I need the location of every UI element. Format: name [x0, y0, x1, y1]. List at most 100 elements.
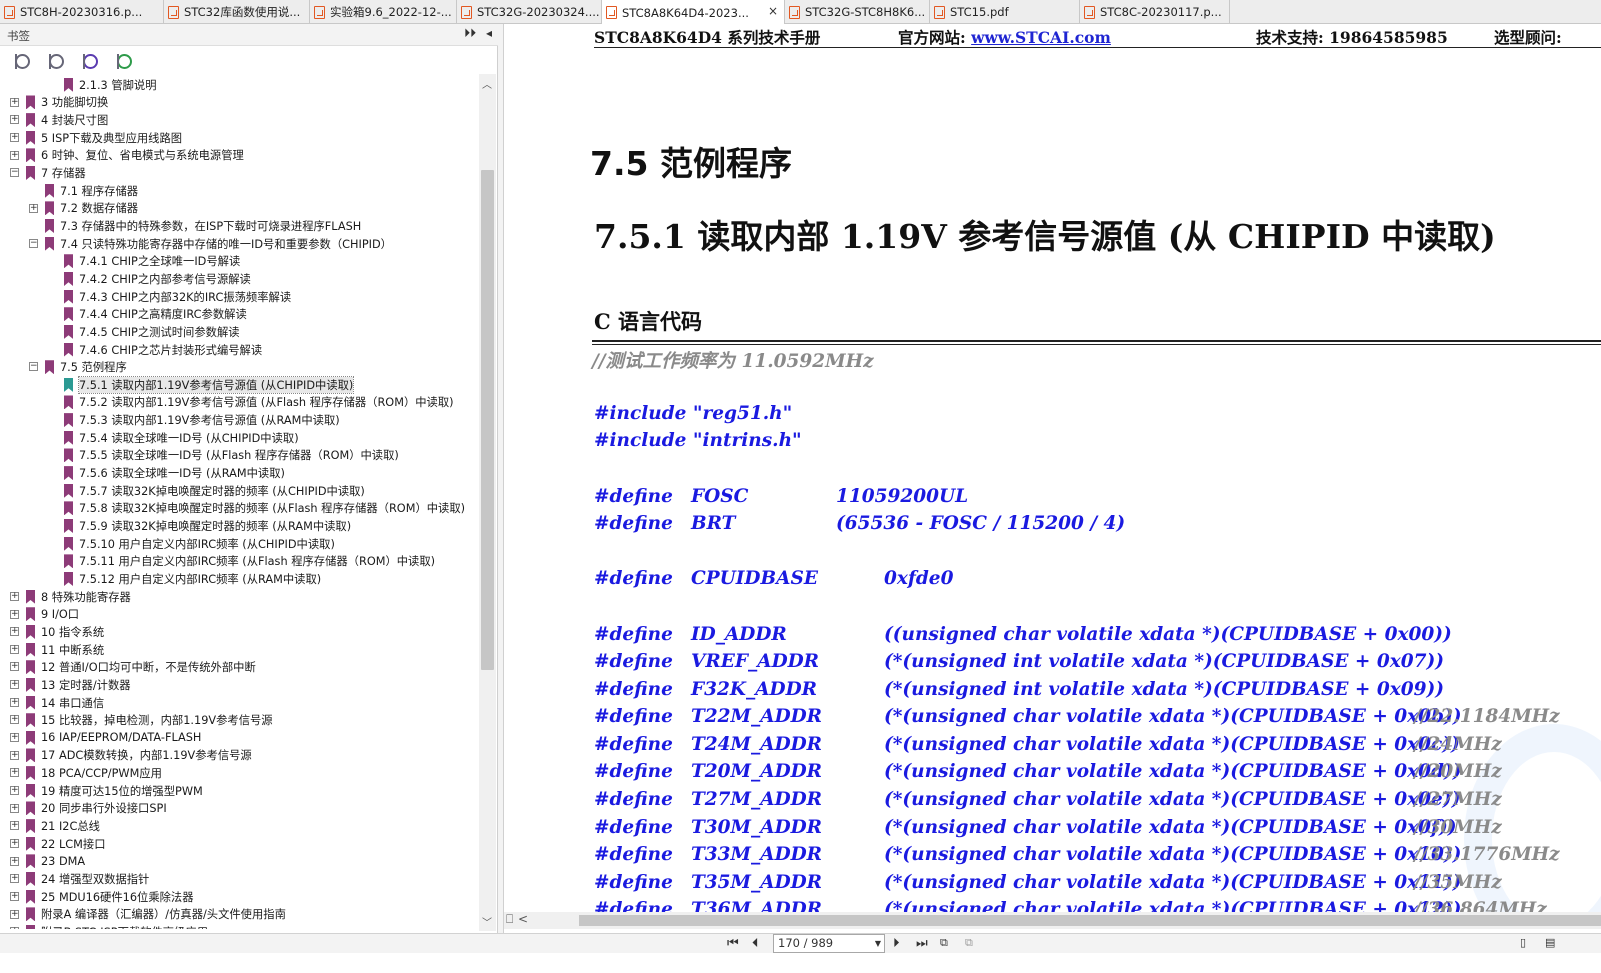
- expand-icon[interactable]: +: [10, 150, 19, 160]
- bookmark-item[interactable]: +10 指令系统: [10, 623, 104, 641]
- expand-icon[interactable]: +: [10, 680, 19, 690]
- bookmark-item[interactable]: 7.5.12 用户自定义内部IRC频率 (从RAM中读取): [64, 570, 321, 588]
- bookmark-item[interactable]: 7.5.9 读取32K掉电唤醒定时器的频率 (从RAM中读取): [64, 517, 351, 535]
- bookmark-item[interactable]: +4 封装尺寸图: [10, 111, 108, 129]
- expand-icon[interactable]: +: [10, 909, 19, 919]
- expand-icon[interactable]: +: [10, 97, 19, 107]
- horizontal-scrollbar-thumb[interactable]: [579, 915, 1601, 926]
- bookmark-item[interactable]: +7.2 数据存储器: [29, 200, 138, 218]
- bookmark-item[interactable]: 7.5.3 读取内部1.19V参考信号源值 (从RAM中读取): [64, 411, 340, 429]
- first-page-icon[interactable]: ⏮: [727, 936, 739, 951]
- bookmark-item[interactable]: +3 功能脚切换: [10, 94, 108, 112]
- bookmark-add-icon[interactable]: [80, 52, 98, 70]
- expand-icon[interactable]: +: [10, 591, 19, 601]
- page-number-input[interactable]: 170 / 989 ▼: [773, 934, 885, 953]
- bookmark-item[interactable]: 7.1 程序存储器: [45, 182, 138, 200]
- tab[interactable]: STC32G-20230324....: [457, 0, 602, 24]
- bookmark-item[interactable]: 7.5.6 读取全球唯一ID号 (从RAM中读取): [64, 464, 285, 482]
- panel-close-icon[interactable]: ◂: [486, 26, 492, 40]
- bookmark-item[interactable]: + 附录B STC-ISP下载软件高级应用: [10, 923, 208, 929]
- tab[interactable]: STC8H-20230316.p...: [0, 0, 164, 24]
- expand-icon[interactable]: +: [10, 856, 19, 866]
- bookmark-item[interactable]: 7.4.2 CHIP之内部参考信号源解读: [64, 270, 251, 288]
- bookmark-tag-icon[interactable]: [114, 52, 132, 70]
- bookmark-item[interactable]: +19 精度可达15位的增强型PWM: [10, 782, 203, 800]
- bookmark-item[interactable]: +24 增强型双数据指针: [10, 870, 149, 888]
- expand-icon[interactable]: +: [10, 609, 19, 619]
- expand-icon[interactable]: +: [10, 891, 19, 901]
- bookmark-item[interactable]: 7.4.5 CHIP之测试时间参数解读: [64, 323, 240, 341]
- expand-icon[interactable]: +: [10, 821, 19, 831]
- bookmark-item[interactable]: +5 ISP下载及典型应用线路图: [10, 129, 182, 147]
- scroll-left-icon[interactable]: ⎕: [506, 912, 513, 927]
- next-page-icon[interactable]: ⏵: [893, 936, 900, 951]
- expand-icon[interactable]: +: [10, 662, 19, 672]
- bookmark-item[interactable]: 7.5.1 读取内部1.19V参考信号源值 (从CHIPID中读取): [64, 375, 355, 394]
- expand-icon[interactable]: +: [10, 697, 19, 707]
- collapse-icon[interactable]: −: [10, 168, 19, 178]
- collapse-icon[interactable]: −: [29, 362, 38, 372]
- bookmark-item[interactable]: +13 定时器/计数器: [10, 676, 131, 694]
- scroll-down-icon[interactable]: ﹀: [482, 914, 492, 929]
- tab-active[interactable]: STC8A8K64D4-2023... ×: [602, 0, 785, 25]
- bookmark-item[interactable]: +18 PCA/CCP/PWM应用: [10, 764, 162, 782]
- tab[interactable]: 实验箱9.6_2022-12-...: [310, 0, 457, 24]
- scroll-up-icon[interactable]: ︿: [482, 76, 492, 91]
- forward-view-icon[interactable]: ⧉: [965, 936, 973, 950]
- bookmark-scrollbar[interactable]: ︿ ﹀: [479, 74, 496, 931]
- bookmark-item[interactable]: 7.5.10 用户自定义内部IRC频率 (从CHIPID中读取): [64, 535, 335, 553]
- bookmark-item[interactable]: − 7 存储器: [10, 164, 86, 182]
- tab[interactable]: STC32G-STC8H8K6...: [785, 0, 930, 24]
- expand-icon[interactable]: +: [10, 132, 19, 142]
- expand-icon[interactable]: +: [10, 803, 19, 813]
- single-page-mode-icon[interactable]: ▯: [1520, 936, 1526, 949]
- tab[interactable]: STC15.pdf: [930, 0, 1080, 24]
- bookmark-item[interactable]: 7.4.3 CHIP之内部32K的IRC振荡频率解读: [64, 288, 291, 306]
- bookmark-item[interactable]: 7.5.2 读取内部1.19V参考信号源值 (从Flash 程序存储器（ROM）…: [64, 394, 454, 412]
- bookmark-item[interactable]: +22 LCM接口: [10, 835, 106, 853]
- bookmark-item[interactable]: − 7.4 只读特殊功能寄存器中存储的唯一ID号和重要参数（CHIPID）: [29, 235, 392, 253]
- bookmark-item[interactable]: 7.5.11 用户自定义内部IRC频率 (从Flash 程序存储器（ROM）中读…: [64, 553, 435, 571]
- bookmark-item[interactable]: +25 MDU16硬件16位乘除法器: [10, 888, 194, 906]
- bookmark-item[interactable]: +20 同步串行外设接口SPI: [10, 800, 167, 818]
- bookmark-item[interactable]: 7.3 存储器中的特殊参数，在ISP下载时可烧录进程序FLASH: [45, 217, 361, 235]
- bookmark-item[interactable]: +16 IAP/EEPROM/DATA-FLASH: [10, 729, 201, 747]
- expand-icon[interactable]: +: [10, 768, 19, 778]
- bookmark-item[interactable]: +11 中断系统: [10, 641, 104, 659]
- bookmark-item[interactable]: 7.5.5 读取全球唯一ID号 (从Flash 程序存储器（ROM）中读取): [64, 447, 399, 465]
- document-horizontal-scrollbar[interactable]: ⎕ <: [504, 912, 1601, 929]
- scroll-left-arrow-icon[interactable]: <: [518, 912, 528, 926]
- scrollbar-thumb[interactable]: [481, 170, 494, 670]
- bookmark-item[interactable]: +17 ADC模数转换，内部1.19V参考信号源: [10, 747, 252, 765]
- panel-collapse-icon[interactable]: ⏵⏵: [464, 26, 476, 40]
- bookmark-item[interactable]: 7.4.1 CHIP之全球唯一ID号解读: [64, 253, 240, 271]
- bookmark-item[interactable]: + 附录A 编译器（汇编器）/仿真器/头文件使用指南: [10, 906, 286, 924]
- bookmark-item[interactable]: 7.5.7 读取32K掉电唤醒定时器的频率 (从CHIPID中读取): [64, 482, 365, 500]
- expand-icon[interactable]: +: [10, 838, 19, 848]
- bookmark-item[interactable]: +9 I/O口: [10, 606, 79, 624]
- page-dropdown-icon[interactable]: ▼: [875, 935, 881, 952]
- bookmark-item[interactable]: +14 串口通信: [10, 694, 104, 712]
- expand-icon[interactable]: +: [10, 715, 19, 725]
- bookmark-item[interactable]: +21 I2C总线: [10, 817, 100, 835]
- expand-icon[interactable]: +: [10, 786, 19, 795]
- last-page-icon[interactable]: ⏭: [916, 936, 928, 951]
- bookmark-item[interactable]: − 7.5 范例程序: [29, 358, 127, 376]
- expand-icon[interactable]: +: [10, 750, 19, 760]
- bookmark-item[interactable]: +15 比较器，掉电检测，内部1.19V参考信号源: [10, 711, 273, 729]
- bookmark-item[interactable]: +6 时钟、复位、省电模式与系统电源管理: [10, 147, 244, 165]
- continuous-mode-icon[interactable]: ▤: [1545, 936, 1555, 949]
- expand-icon[interactable]: +: [10, 644, 19, 654]
- bookmark-item[interactable]: +23 DMA: [10, 853, 85, 871]
- bookmark-item[interactable]: 7.5.8 读取32K掉电唤醒定时器的频率 (从Flash 程序存储器（ROM）…: [64, 500, 465, 518]
- expand-icon[interactable]: +: [10, 115, 19, 125]
- bookmark-options-icon[interactable]: [12, 52, 30, 70]
- expand-icon[interactable]: +: [10, 927, 19, 929]
- prev-page-icon[interactable]: ⏴: [752, 936, 759, 951]
- bookmark-item[interactable]: 7.4.4 CHIP之高精度IRC参数解读: [64, 305, 247, 323]
- bookmark-item[interactable]: +8 特殊功能寄存器: [10, 588, 131, 606]
- bookmark-item[interactable]: 7.4.6 CHIP之芯片封装形式编号解读: [64, 341, 262, 359]
- collapse-icon[interactable]: −: [29, 238, 38, 248]
- expand-icon[interactable]: +: [10, 627, 19, 637]
- bookmark-item[interactable]: 7.5.4 读取全球唯一ID号 (从CHIPID中读取): [64, 429, 299, 447]
